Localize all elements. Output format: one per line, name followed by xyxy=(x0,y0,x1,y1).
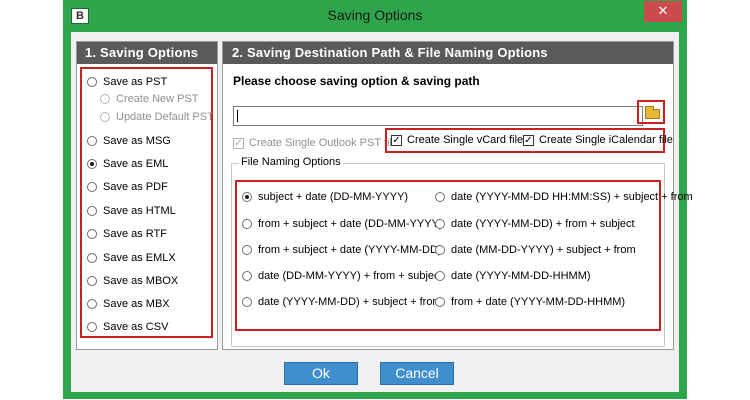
option-label: Save as CSV xyxy=(103,321,169,333)
option-save-as-msg[interactable]: Save as MSG xyxy=(87,135,171,147)
radio-button[interactable] xyxy=(242,271,252,281)
saving-options-panel: 1. Saving Options Save as PST Create New… xyxy=(76,41,218,350)
option-label: Save as MBOX xyxy=(103,275,179,287)
radio-button[interactable] xyxy=(242,219,252,229)
naming-label: date (MM-DD-YYYY) + subject + from xyxy=(451,244,636,256)
folder-icon xyxy=(645,106,660,119)
radio-button[interactable] xyxy=(435,271,445,281)
option-label: Create New PST xyxy=(116,93,199,105)
title-bar[interactable]: B Saving Options ✕ xyxy=(63,0,687,31)
single-icalendar-checkbox[interactable]: ✓ Create Single iCalendar file xyxy=(523,134,673,146)
radio-button[interactable] xyxy=(87,206,97,216)
option-label: Save as PDF xyxy=(103,181,168,193)
radio-button[interactable] xyxy=(100,94,110,104)
checkbox-label: Create Single iCalendar file xyxy=(539,134,673,146)
radio-button[interactable] xyxy=(87,159,97,169)
radio-button[interactable] xyxy=(87,77,97,87)
radio-button[interactable] xyxy=(242,245,252,255)
checkbox-label: Create Single Outlook PST file xyxy=(249,137,398,149)
option-label: Save as MBX xyxy=(103,298,170,310)
destination-panel: 2. Saving Destination Path & File Naming… xyxy=(222,41,693,350)
option-save-as-mbox[interactable]: Save as MBOX xyxy=(87,275,178,287)
radio-button[interactable] xyxy=(435,219,445,229)
checkbox[interactable]: ✓ xyxy=(523,134,534,146)
option-save-as-pst[interactable]: Save as PST xyxy=(87,76,167,88)
naming-label: date (YYYY-MM-DD) + subject + from xyxy=(258,296,442,308)
naming-option[interactable]: from + subject + date (YYYY-MM-DD) xyxy=(242,244,442,256)
radio-button[interactable] xyxy=(87,299,97,309)
option-save-as-pdf[interactable]: Save as PDF xyxy=(87,181,168,193)
text-caret xyxy=(237,110,238,122)
naming-option[interactable]: date (YYYY-MM-DD-HHMM) xyxy=(435,270,591,282)
path-prompt: Please choose saving option & saving pat… xyxy=(233,74,480,88)
naming-option[interactable]: date (YYYY-MM-DD) + from + subject xyxy=(435,218,635,230)
radio-button[interactable] xyxy=(435,245,445,255)
naming-label: date (YYYY-MM-DD HH:MM:SS) + subject + f… xyxy=(451,191,693,203)
naming-option[interactable]: date (DD-MM-YYYY) + from + subject xyxy=(242,270,443,282)
option-save-as-rtf[interactable]: Save as RTF xyxy=(87,228,167,240)
naming-label: subject + date (DD-MM-YYYY) xyxy=(258,191,409,203)
naming-label: date (DD-MM-YYYY) + from + subject xyxy=(258,270,443,282)
option-label: Save as EML xyxy=(103,158,169,170)
file-naming-legend: File Naming Options xyxy=(239,156,343,168)
saving-options-dialog: B Saving Options ✕ 1. Saving Options Sav… xyxy=(63,0,693,399)
radio-button[interactable] xyxy=(87,276,97,286)
checkbox-label: Create Single vCard file xyxy=(407,134,524,146)
close-button[interactable]: ✕ xyxy=(644,1,682,22)
option-label: Save as EMLX xyxy=(103,252,176,264)
naming-option[interactable]: from + date (YYYY-MM-DD-HHMM) xyxy=(435,296,625,308)
naming-label: date (YYYY-MM-DD-HHMM) xyxy=(451,270,591,282)
radio-button[interactable] xyxy=(87,322,97,332)
naming-label: from + subject + date (YYYY-MM-DD) xyxy=(258,244,442,256)
single-pst-checkbox[interactable]: ✓ Create Single Outlook PST file xyxy=(233,137,398,149)
option-create-new-pst[interactable]: Create New PST xyxy=(100,93,199,105)
dialog-body: 1. Saving Options Save as PST Create New… xyxy=(71,32,693,392)
checkbox[interactable]: ✓ xyxy=(391,134,402,146)
option-label: Update Default PST xyxy=(116,111,214,123)
naming-option[interactable]: subject + date (DD-MM-YYYY) xyxy=(242,191,408,203)
option-label: Save as MSG xyxy=(103,135,171,147)
naming-label: from + date (YYYY-MM-DD-HHMM) xyxy=(451,296,626,308)
option-save-as-emlx[interactable]: Save as EMLX xyxy=(87,252,176,264)
radio-button[interactable] xyxy=(87,229,97,239)
option-label: Save as RTF xyxy=(103,228,167,240)
naming-label: from + subject + date (DD-MM-YYYY) xyxy=(258,218,443,230)
browse-folder-button[interactable] xyxy=(637,100,665,124)
radio-button[interactable] xyxy=(435,297,445,307)
radio-button[interactable] xyxy=(242,297,252,307)
option-save-as-html[interactable]: Save as HTML xyxy=(87,205,176,217)
radio-button[interactable] xyxy=(87,253,97,263)
option-save-as-eml[interactable]: Save as EML xyxy=(87,158,168,170)
radio-button[interactable] xyxy=(87,182,97,192)
option-save-as-mbx[interactable]: Save as MBX xyxy=(87,298,170,310)
destination-header: 2. Saving Destination Path & File Naming… xyxy=(223,42,673,64)
radio-button[interactable] xyxy=(242,192,252,202)
naming-option[interactable]: date (YYYY-MM-DD) + subject + from xyxy=(242,296,442,308)
option-label: Save as HTML xyxy=(103,205,176,217)
cancel-button[interactable]: Cancel xyxy=(380,362,454,385)
option-label: Save as PST xyxy=(103,76,168,88)
saving-path-input[interactable] xyxy=(233,106,643,126)
single-vcard-checkbox[interactable]: ✓ Create Single vCard file xyxy=(391,134,523,146)
saving-options-header: 1. Saving Options xyxy=(77,42,217,64)
naming-option[interactable]: date (YYYY-MM-DD HH:MM:SS) + subject + f… xyxy=(435,191,693,203)
radio-button[interactable] xyxy=(100,112,110,122)
option-update-default-pst[interactable]: Update Default PST xyxy=(100,111,214,123)
window-title: Saving Options xyxy=(327,7,423,23)
checkbox[interactable]: ✓ xyxy=(233,137,244,149)
naming-label: date (YYYY-MM-DD) + from + subject xyxy=(451,218,635,230)
ok-button[interactable]: Ok xyxy=(284,362,358,385)
naming-option[interactable]: date (MM-DD-YYYY) + subject + from xyxy=(435,244,636,256)
option-save-as-csv[interactable]: Save as CSV xyxy=(87,321,168,333)
radio-button[interactable] xyxy=(87,136,97,146)
naming-option[interactable]: from + subject + date (DD-MM-YYYY) xyxy=(242,218,443,230)
radio-button[interactable] xyxy=(435,192,445,202)
